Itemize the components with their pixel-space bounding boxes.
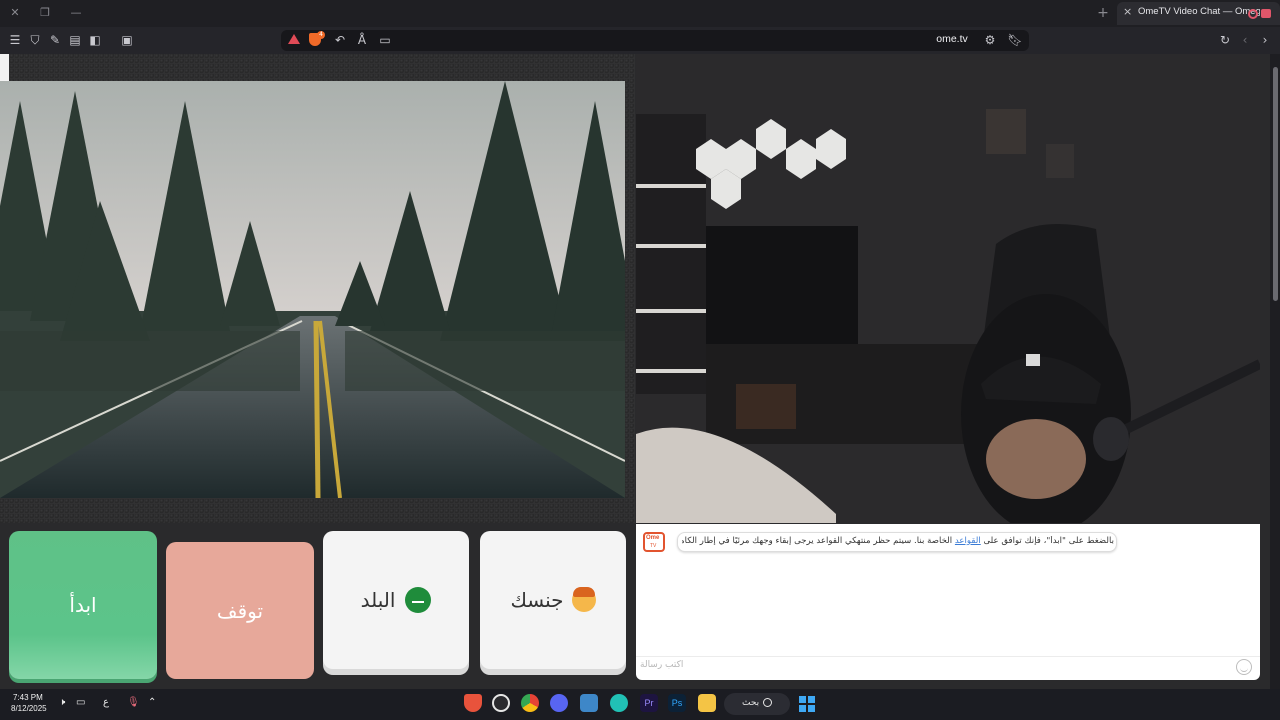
- logo-text-bottom: TV: [650, 543, 657, 549]
- reload-icon[interactable]: ↻: [1217, 32, 1233, 48]
- brave-rewards-icon[interactable]: [288, 34, 300, 44]
- rules-link[interactable]: القواعد: [955, 536, 981, 546]
- reload-alt-icon[interactable]: ↶: [332, 32, 348, 48]
- edge-app-icon[interactable]: [610, 694, 628, 712]
- input-language[interactable]: ع: [103, 697, 109, 708]
- minimize-window-icon[interactable]: —: [67, 5, 85, 21]
- premiere-app-icon[interactable]: Pr: [640, 694, 658, 712]
- taskbar-search-label: بحث: [742, 698, 760, 708]
- tab-title: OmeTV Video Chat — Omegle: [1138, 6, 1260, 17]
- discord-app-icon[interactable]: [550, 694, 568, 712]
- new-tab-button[interactable]: +: [1094, 5, 1112, 21]
- bookmark-icon[interactable]: 🔖︎: [1007, 32, 1023, 48]
- remote-video-panel: [636, 54, 1260, 523]
- shield-count-badge: 4: [317, 31, 325, 39]
- clock-date[interactable]: 8/12/2025: [11, 704, 47, 713]
- emoji-icon[interactable]: [1236, 659, 1252, 675]
- ometv-logo-icon: Ome TV: [643, 532, 665, 552]
- saudi-flag-icon: [405, 587, 432, 613]
- photoshop-app-icon[interactable]: Ps: [668, 694, 686, 712]
- country-label: البلد: [360, 588, 396, 612]
- tabs-icon[interactable]: ▤: [67, 32, 83, 48]
- start-button-label: ابدأ: [69, 593, 97, 617]
- sidebar-icon[interactable]: ◧: [87, 32, 103, 48]
- logo-text-top: Ome: [646, 535, 660, 541]
- extensions-icon[interactable]: ✎: [47, 32, 63, 48]
- network-icon[interactable]: ▭: [76, 697, 85, 708]
- file-explorer-app-icon[interactable]: [580, 694, 598, 712]
- stop-button[interactable]: توقف: [166, 542, 314, 679]
- boy-face-icon: [571, 587, 596, 612]
- folder-app-icon[interactable]: [698, 694, 716, 712]
- forward-icon[interactable]: ›: [1257, 32, 1273, 48]
- local-video-image: [0, 81, 625, 498]
- volume-icon[interactable]: 🕨︎: [59, 697, 65, 708]
- recorder-app-icon[interactable]: [492, 694, 510, 712]
- clock-time[interactable]: 7:43 PM: [13, 693, 43, 702]
- browser-tab[interactable]: × OmeTV Video Chat — Omegle: [1117, 2, 1280, 25]
- back-icon[interactable]: ‹: [1237, 32, 1253, 48]
- windows-start-icon[interactable]: [799, 696, 815, 712]
- recording-indicator-icon: [1248, 9, 1258, 19]
- search-icon: [763, 698, 772, 707]
- scrollbar-thumb[interactable]: [1273, 67, 1278, 301]
- page-edge: [0, 54, 9, 81]
- notice-suffix: الخاصة بنا. سيتم حظر منتهكي القواعد يرجى…: [682, 536, 955, 546]
- stop-button-label: توقف: [216, 598, 264, 623]
- chat-divider: [636, 656, 1260, 657]
- cast-icon[interactable]: ▭: [377, 32, 393, 48]
- system-message-text: بالضغط على "ابدأ"، فإنك توافق على القواع…: [682, 536, 1114, 546]
- tray-overflow-icon[interactable]: ⌃: [148, 697, 156, 708]
- notice-prefix: بالضغط على "ابدأ"، فإنك توافق على: [980, 536, 1114, 546]
- close-window-icon[interactable]: ✕: [6, 5, 24, 21]
- screenshot-icon[interactable]: ▣: [119, 32, 135, 48]
- start-button[interactable]: ابدأ: [9, 531, 157, 679]
- country-selector[interactable]: البلد: [323, 531, 469, 669]
- chrome-app-icon[interactable]: [521, 694, 539, 712]
- site-settings-icon[interactable]: ⚙: [982, 32, 998, 48]
- brave-app-icon[interactable]: [464, 694, 482, 712]
- url-text[interactable]: ome.tv: [930, 33, 974, 45]
- tab-audio-icon[interactable]: [1261, 9, 1271, 18]
- gender-selector[interactable]: جنسك: [480, 531, 626, 669]
- translate-icon[interactable]: Å: [354, 32, 370, 48]
- address-bar[interactable]: [281, 30, 1029, 51]
- message-input[interactable]: اكتب رسالة: [640, 660, 1230, 676]
- shield-outline-icon[interactable]: ⛉: [27, 32, 43, 48]
- menu-icon[interactable]: ☰: [7, 32, 23, 48]
- tab-close-icon[interactable]: ×: [1123, 5, 1132, 18]
- restore-window-icon[interactable]: ❐: [36, 5, 54, 21]
- gender-label: جنسك: [510, 588, 564, 612]
- title-bar: [0, 0, 1280, 27]
- microphone-icon[interactable]: 🎙︎: [127, 697, 140, 708]
